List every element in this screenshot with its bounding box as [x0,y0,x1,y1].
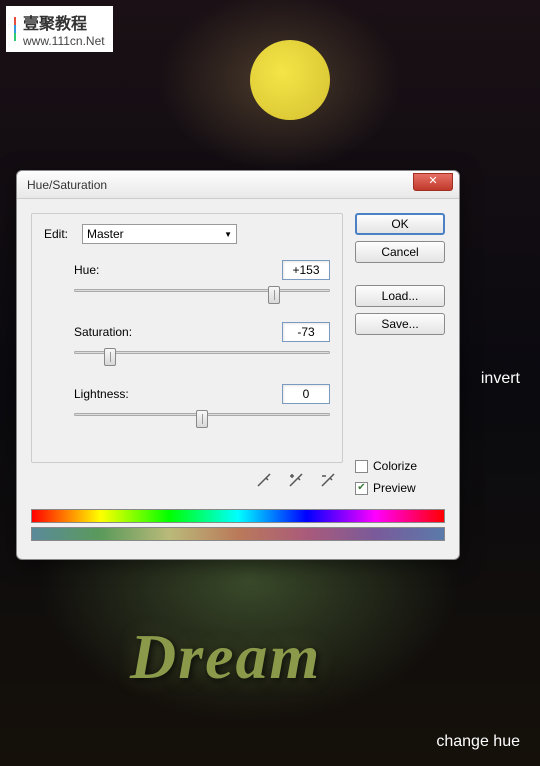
colorize-checkbox[interactable] [355,460,368,473]
edit-dropdown-value: Master [87,227,124,241]
eyedropper-minus-icon[interactable] [317,469,339,491]
saturation-block: Saturation: -73 [44,322,330,366]
preview-checkbox[interactable]: ✔ [355,482,368,495]
preview-label: Preview [373,481,416,495]
hue-thumb[interactable] [268,286,280,304]
close-button[interactable]: ✕ [413,173,453,191]
buttons-area: OK Cancel Load... Save... Colorize ✔ Pre… [355,213,445,495]
spectrum-bars [17,509,459,559]
lightness-slider[interactable] [74,410,330,428]
colorize-label: Colorize [373,459,417,473]
lightness-block: Lightness: 0 [44,384,330,428]
save-button[interactable]: Save... [355,313,445,335]
label-invert: invert [481,370,520,388]
eyedropper-icon[interactable] [253,469,275,491]
edit-label: Edit: [44,227,74,241]
preview-row[interactable]: ✔ Preview [355,481,445,495]
watermark-stripes-icon [14,17,16,41]
dream-text: Dream [130,620,321,694]
saturation-thumb[interactable] [104,348,116,366]
edit-dropdown[interactable]: Master ▼ [82,224,237,244]
watermark: 壹聚教程 www.111cn.Net [6,6,113,52]
hue-block: Hue: +153 [44,260,330,304]
load-button[interactable]: Load... [355,285,445,307]
hue-saturation-dialog: Hue/Saturation ✕ Edit: Master ▼ Hue: +15… [16,170,460,560]
colorize-row[interactable]: Colorize [355,459,445,473]
watermark-cn: 壹聚教程 [23,10,105,34]
saturation-value-input[interactable]: -73 [282,322,330,342]
spectrum-input[interactable] [31,509,445,523]
spectrum-output[interactable] [31,527,445,541]
hue-slider[interactable] [74,286,330,304]
hue-value-input[interactable]: +153 [282,260,330,280]
hue-label: Hue: [74,263,99,277]
dialog-titlebar[interactable]: Hue/Saturation ✕ [17,171,459,199]
cancel-button[interactable]: Cancel [355,241,445,263]
label-change-hue: change hue [436,733,520,751]
controls-area: Edit: Master ▼ Hue: +153 [31,213,343,495]
eyedropper-plus-icon[interactable] [285,469,307,491]
dialog-title: Hue/Saturation [27,178,107,192]
lightness-thumb[interactable] [196,410,208,428]
lightness-value-input[interactable]: 0 [282,384,330,404]
saturation-label: Saturation: [74,325,132,339]
moon-top [250,40,330,120]
eyedropper-tools [31,463,343,495]
ok-button[interactable]: OK [355,213,445,235]
watermark-url: www.111cn.Net [23,34,105,48]
lightness-label: Lightness: [74,387,129,401]
edit-group: Edit: Master ▼ Hue: +153 [31,213,343,463]
chevron-down-icon: ▼ [224,230,232,239]
saturation-slider[interactable] [74,348,330,366]
